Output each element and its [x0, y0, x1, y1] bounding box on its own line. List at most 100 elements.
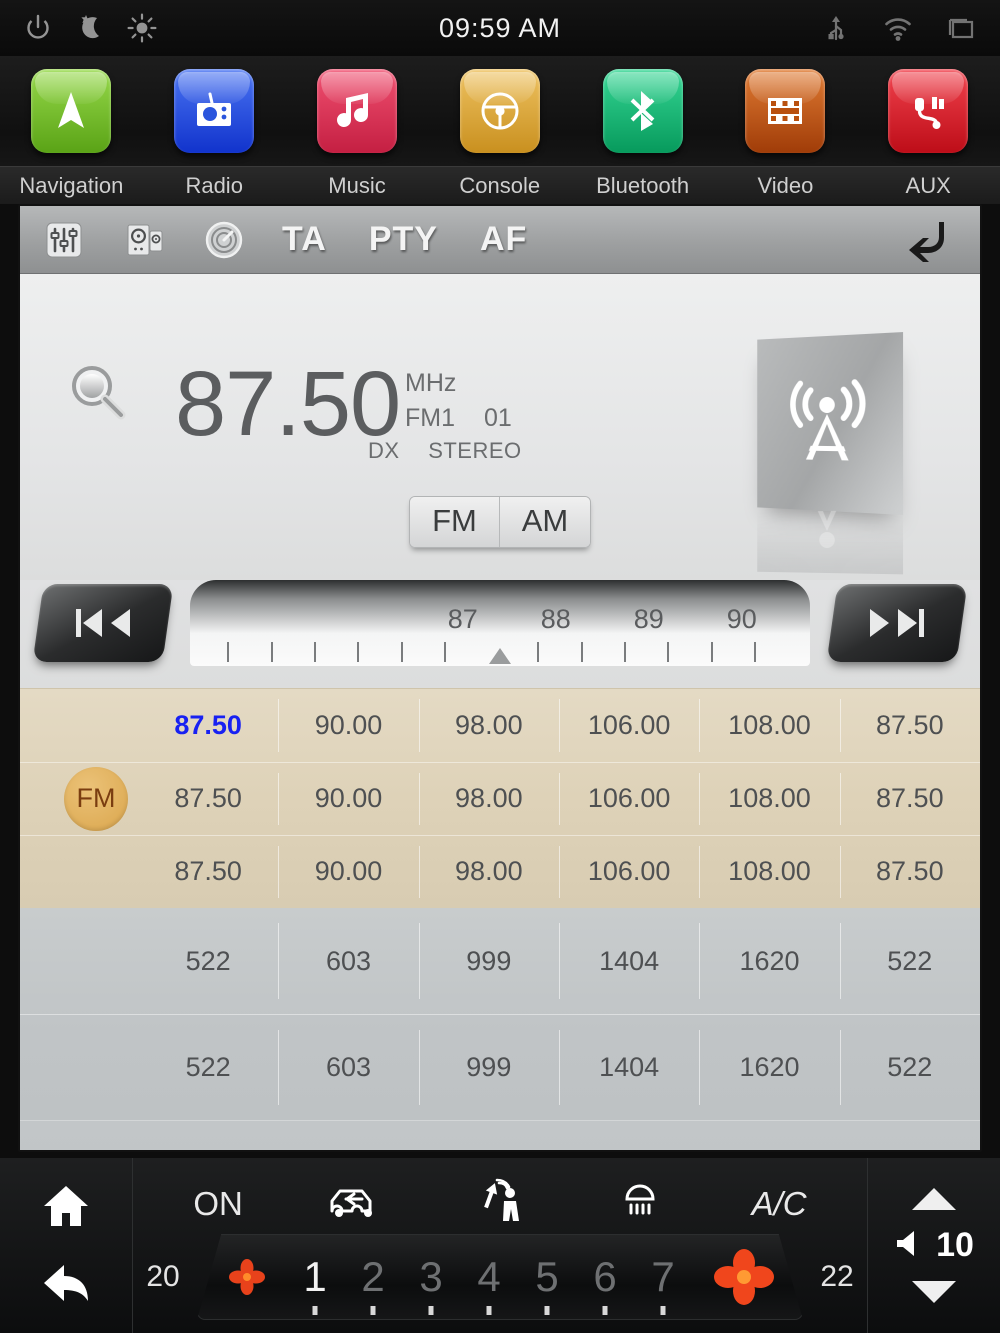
fm-preset-11[interactable]: 108.00	[699, 763, 839, 835]
home-icon[interactable]	[40, 1182, 92, 1235]
recent-apps-icon[interactable]	[944, 12, 976, 44]
climate-power-button[interactable]: ON	[193, 1185, 243, 1223]
seek-next-button[interactable]	[826, 584, 968, 662]
am-preset-10[interactable]: 1404	[558, 1015, 699, 1120]
dock-item-console[interactable]	[428, 69, 571, 153]
am-preset-5[interactable]: 1620	[699, 908, 839, 1014]
navigation-icon[interactable]	[31, 69, 112, 153]
music-note-icon[interactable]	[316, 69, 397, 153]
fm-band-badge: FM	[64, 766, 128, 831]
am-preset-7[interactable]: 522	[138, 1015, 278, 1120]
equalizer-icon[interactable]	[42, 218, 86, 262]
fan-level-4[interactable]: 4	[462, 1253, 516, 1301]
fm-preset-14[interactable]: 90.00	[278, 836, 418, 908]
dock-label-music[interactable]: Music	[286, 167, 429, 204]
dock-label-radio[interactable]: Radio	[143, 167, 286, 204]
dock-label-console[interactable]: Console	[428, 167, 571, 204]
fm-preset-5[interactable]: 108.00	[699, 689, 839, 762]
pty-button[interactable]: PTY	[369, 220, 438, 259]
climate-bottom-row: 20 1 2 3 4 5 6 7 22	[133, 1231, 867, 1323]
volume-down-button[interactable]	[912, 1281, 956, 1303]
dock-label-video[interactable]: Video	[714, 167, 857, 204]
tuning-scale[interactable]: 87 88 89 90	[190, 580, 810, 666]
dock-item-video[interactable]	[714, 69, 857, 153]
am-preset-2[interactable]: 603	[278, 908, 418, 1014]
fan-level-2[interactable]: 2	[346, 1253, 400, 1301]
scan-dial-icon[interactable]	[202, 218, 246, 262]
scale-label-89: 89	[633, 604, 664, 634]
ta-button[interactable]: TA	[282, 220, 327, 259]
fm-preset-3[interactable]: 98.00	[418, 689, 559, 762]
fm-preset-9[interactable]: 98.00	[418, 763, 559, 835]
dock-item-bluetooth[interactable]	[571, 69, 714, 153]
am-preset-9[interactable]: 999	[418, 1015, 559, 1120]
dock-label-navigation[interactable]: Navigation	[0, 167, 143, 204]
frequency-unit: MHz	[405, 369, 457, 397]
dock-item-radio[interactable]	[143, 69, 286, 153]
af-button[interactable]: AF	[480, 220, 527, 259]
speaker-icon[interactable]	[894, 1226, 928, 1265]
am-preset-12[interactable]: 522	[839, 1015, 980, 1120]
fan-level-3[interactable]: 3	[404, 1253, 458, 1301]
am-preset-3[interactable]: 999	[418, 908, 559, 1014]
dock-item-music[interactable]	[286, 69, 429, 153]
preset-number: 01	[483, 404, 512, 432]
volume-up-button[interactable]	[912, 1188, 956, 1210]
dock-item-navigation[interactable]	[0, 69, 143, 153]
fm-band-button[interactable]: FM	[410, 497, 500, 547]
bluetooth-icon[interactable]	[602, 69, 683, 153]
film-strip-icon[interactable]	[745, 69, 826, 153]
fm-preset-10[interactable]: 106.00	[558, 763, 699, 835]
fm-preset-8[interactable]: 90.00	[278, 763, 418, 835]
steering-wheel-icon[interactable]	[459, 69, 540, 153]
fan-level-1[interactable]: 1	[288, 1253, 342, 1301]
seek-prev-button[interactable]	[32, 584, 174, 662]
fm-preset-16[interactable]: 106.00	[558, 836, 699, 908]
airflow-face-feet-icon[interactable]	[466, 1177, 528, 1232]
sensitivity-label: DX	[368, 438, 400, 463]
stereo-label: STEREO	[428, 438, 522, 463]
fm-preset-grid: FM 87.50 90.00 98.00 106.00 108.00 87.50…	[20, 688, 980, 908]
dock-item-aux[interactable]	[857, 69, 1000, 153]
driver-temperature[interactable]: 20	[133, 1260, 193, 1294]
fan-level-7[interactable]: 7	[636, 1253, 690, 1301]
am-preset-11[interactable]: 1620	[699, 1015, 839, 1120]
tuning-scale-labels: 87 88 89 90	[190, 604, 810, 638]
passenger-temperature[interactable]: 22	[807, 1260, 867, 1294]
rear-defrost-icon[interactable]	[609, 1177, 671, 1232]
back-icon[interactable]	[40, 1257, 92, 1310]
am-preset-row: 522 603 999 1404 1620 522	[20, 1014, 980, 1120]
back-arrow-icon[interactable]	[904, 217, 954, 263]
search-icon[interactable]	[62, 358, 136, 432]
am-preset-grid: 522 603 999 1404 1620 522 522 603 999 14…	[20, 908, 980, 1120]
radio-icon[interactable]	[174, 69, 255, 153]
am-band-button[interactable]: AM	[500, 497, 590, 547]
fan-level-6[interactable]: 6	[578, 1253, 632, 1301]
fm-preset-2[interactable]: 90.00	[278, 689, 418, 762]
tuning-marker[interactable]	[489, 648, 511, 664]
fan-high-icon[interactable]	[708, 1244, 780, 1310]
fm-preset-13[interactable]: 87.50	[138, 836, 278, 908]
aux-cable-icon[interactable]	[888, 69, 969, 153]
am-preset-6[interactable]: 522	[839, 908, 980, 1014]
favorites-title: My Favorite Station	[403, 1147, 644, 1150]
fan-level-5[interactable]: 5	[520, 1253, 574, 1301]
fm-preset-18[interactable]: 87.50	[839, 836, 980, 908]
dock-label-aux[interactable]: AUX	[857, 167, 1000, 204]
air-recirculation-icon[interactable]	[324, 1177, 386, 1232]
fm-preset-15[interactable]: 98.00	[418, 836, 559, 908]
am-preset-1[interactable]: 522	[138, 908, 278, 1014]
am-preset-8[interactable]: 603	[278, 1015, 418, 1120]
fm-preset-4[interactable]: 106.00	[558, 689, 699, 762]
fan-speed-bar[interactable]: 1 2 3 4 5 6 7	[197, 1234, 803, 1320]
fm-preset-7[interactable]: 87.50	[138, 763, 278, 835]
fm-preset-6[interactable]: 87.50	[839, 689, 980, 762]
dock-label-bluetooth[interactable]: Bluetooth	[571, 167, 714, 204]
fan-low-icon[interactable]	[224, 1254, 270, 1300]
ac-button[interactable]: A/C	[752, 1185, 807, 1223]
fm-preset-12[interactable]: 87.50	[839, 763, 980, 835]
fm-preset-1[interactable]: 87.50	[138, 689, 278, 762]
fm-preset-17[interactable]: 108.00	[699, 836, 839, 908]
loudness-speaker-icon[interactable]	[122, 218, 166, 262]
am-preset-4[interactable]: 1404	[558, 908, 699, 1014]
